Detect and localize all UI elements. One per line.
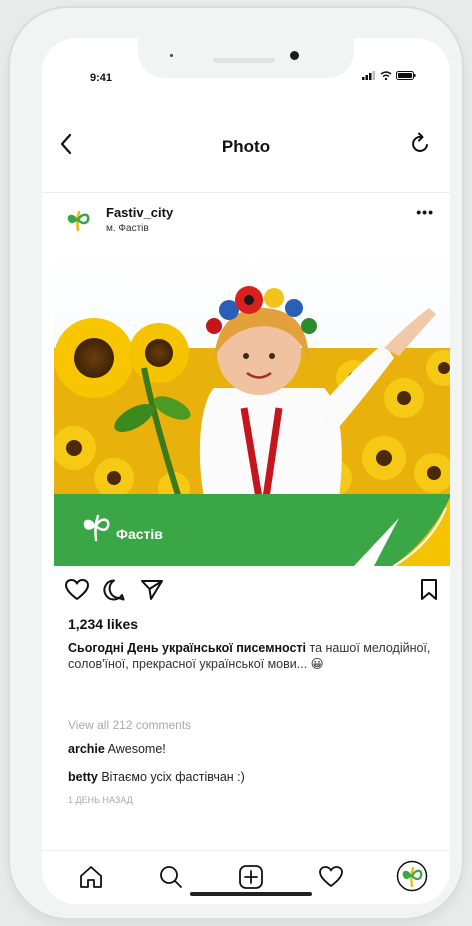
status-time: 9:41 bbox=[90, 72, 113, 84]
status-icons bbox=[362, 71, 416, 80]
post-time: 1 день назад bbox=[68, 795, 133, 805]
bookmark-icon[interactable] bbox=[420, 578, 438, 602]
share-icon[interactable] bbox=[140, 578, 164, 602]
post-location[interactable]: м. Фастів bbox=[106, 223, 149, 234]
phone-frame: 9:41 Photo Fastiv_city м. Фастів ••• Фас… bbox=[10, 8, 462, 918]
post-header: Fastiv_city м. Фастів ••• bbox=[42, 194, 450, 246]
home-indicator[interactable] bbox=[190, 892, 312, 896]
home-icon[interactable] bbox=[78, 864, 104, 890]
comment-icon[interactable] bbox=[102, 578, 126, 602]
comment-text: Вітаємо усіх фастівчан :) bbox=[97, 770, 245, 784]
caption-bold: Сьогодні День української писемності bbox=[68, 641, 307, 655]
heart-icon[interactable] bbox=[64, 578, 90, 602]
likes-count[interactable]: 1,234 likes bbox=[68, 616, 138, 632]
signal-icon bbox=[362, 71, 375, 80]
wifi-icon bbox=[380, 71, 392, 80]
comment-item: archie Awesome! bbox=[68, 742, 166, 756]
add-icon[interactable] bbox=[238, 864, 264, 890]
more-icon[interactable]: ••• bbox=[416, 204, 434, 220]
comment-item: betty Вітаємо усіх фастівчан :) bbox=[68, 770, 245, 784]
screen: 9:41 Photo Fastiv_city м. Фастів ••• Фас… bbox=[42, 38, 450, 904]
nav-divider bbox=[42, 192, 450, 193]
post-photo[interactable]: Фастів bbox=[54, 248, 450, 566]
profile-icon[interactable] bbox=[396, 860, 428, 892]
avatar-logo-icon[interactable] bbox=[64, 206, 92, 234]
post-actions bbox=[42, 576, 450, 606]
battery-icon bbox=[396, 71, 416, 80]
activity-icon[interactable] bbox=[318, 864, 344, 890]
nav-bar: Photo bbox=[42, 126, 450, 168]
tab-bar bbox=[42, 856, 450, 904]
post-caption: Сьогодні День української писемності та … bbox=[68, 640, 438, 672]
notch bbox=[138, 38, 354, 78]
search-icon[interactable] bbox=[158, 864, 184, 890]
comment-user[interactable]: betty bbox=[68, 770, 98, 784]
tabbar-divider bbox=[42, 850, 450, 851]
view-all-comments[interactable]: View all 212 comments bbox=[68, 718, 191, 732]
post-username[interactable]: Fastiv_city bbox=[106, 205, 173, 220]
refresh-icon[interactable] bbox=[410, 132, 432, 156]
comment-user[interactable]: archie bbox=[68, 742, 105, 756]
page-title: Photo bbox=[221, 137, 271, 156]
photo-image bbox=[54, 248, 450, 566]
comment-text: Awesome! bbox=[104, 742, 166, 756]
photo-brand-text: Фастів bbox=[116, 526, 163, 542]
